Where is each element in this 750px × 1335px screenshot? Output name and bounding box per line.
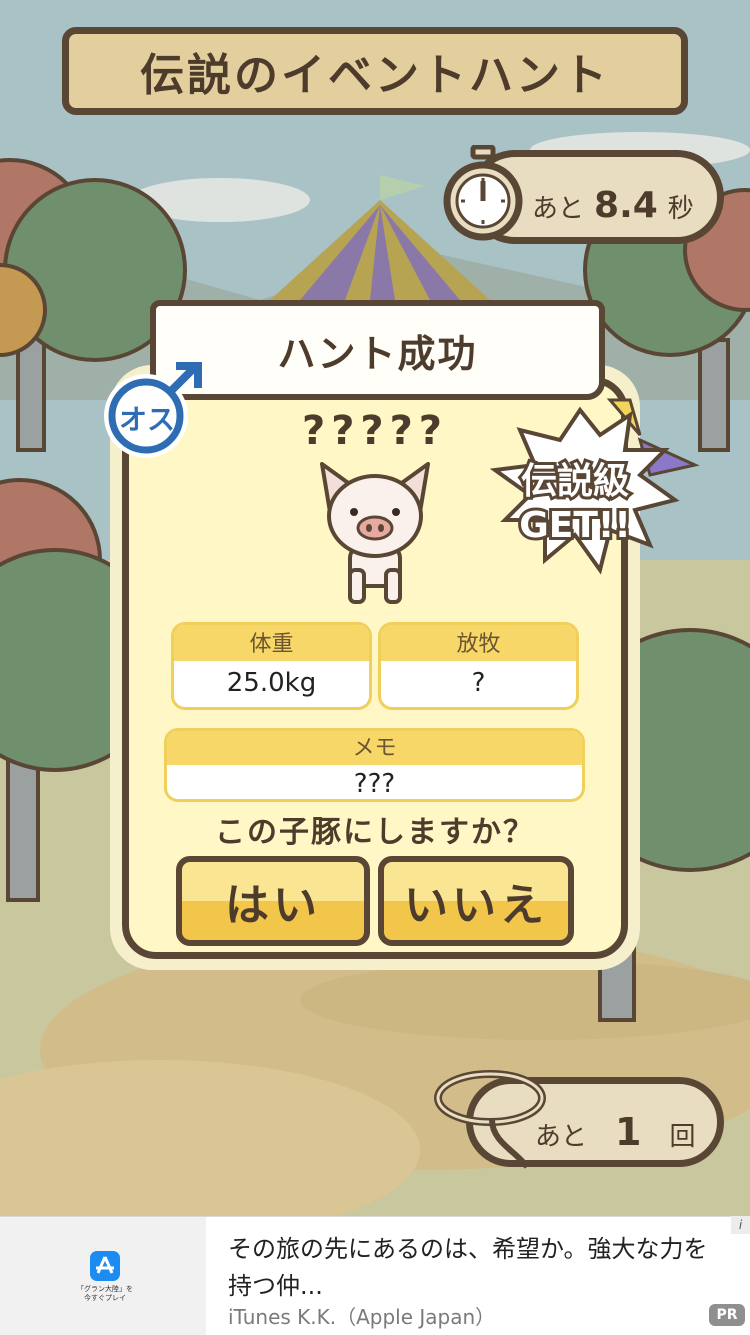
event-hunt-title-banner: 伝説のイベントハント xyxy=(62,27,688,115)
memo-value: ??? xyxy=(353,769,396,799)
memo-field: メモ ??? xyxy=(164,728,585,802)
ad-app-caption: 「グラン大陸」を 今すぐプレイ xyxy=(70,1285,140,1303)
remaining-count: 1 xyxy=(615,1110,642,1154)
piglet-image xyxy=(320,462,430,604)
yes-button[interactable]: はい xyxy=(176,856,370,946)
burst-line-1: 伝説級 xyxy=(518,458,632,505)
weight-field: 体重 25.0kg xyxy=(171,622,372,710)
timer-unit: 秒 xyxy=(667,194,694,224)
remaining-prefix: あと xyxy=(535,1122,588,1152)
memo-label: メモ xyxy=(167,731,582,765)
timer-prefix: あと xyxy=(532,194,585,224)
app-store-icon xyxy=(90,1251,120,1281)
ad-app-caption-1: 「グラン大陸」を xyxy=(77,1285,133,1293)
ad-title[interactable]: その旅の先にあるのは、希望か。強大な力を持つ仲... xyxy=(228,1231,728,1305)
grazing-label: 放牧 xyxy=(381,625,576,661)
yes-button-label: はい xyxy=(225,880,321,931)
ad-advertiser: iTunes K.K.（Apple Japan） xyxy=(228,1305,496,1329)
grazing-value: ? xyxy=(471,668,486,698)
no-button-label: いいえ xyxy=(404,880,548,931)
timer-seconds: 8.4 xyxy=(594,185,658,226)
pr-badge: PR xyxy=(709,1304,745,1326)
ad-app-thumbnail[interactable]: 「グラン大陸」を 今すぐプレイ xyxy=(0,1217,206,1335)
confirm-question: この子豚にしますか？ xyxy=(215,815,535,850)
gender-label: オス xyxy=(118,403,175,436)
ribbon-title: ハント成功 xyxy=(277,331,478,376)
stopwatch-icon xyxy=(443,145,523,241)
weight-value: 25.0kg xyxy=(226,668,317,698)
timer-readout: あと 8.4 秒 xyxy=(532,185,694,226)
grazing-field: 放牧 ? xyxy=(378,622,579,710)
ad-info-icon[interactable]: i xyxy=(731,1216,750,1234)
remaining-hunts-readout: あと 1 回 xyxy=(535,1110,695,1154)
ad-app-caption-2: 今すぐプレイ xyxy=(84,1294,126,1302)
page-title: 伝説のイベントハント xyxy=(140,50,610,101)
remaining-unit: 回 xyxy=(669,1122,696,1152)
burst-line-2: GET!! xyxy=(516,502,634,549)
no-button[interactable]: いいえ xyxy=(378,856,574,946)
weight-label: 体重 xyxy=(174,625,369,661)
legendary-burst-text: 伝説級 GET!! xyxy=(505,458,645,549)
gender-badge: オス xyxy=(100,358,210,462)
ad-banner[interactable]: 「グラン大陸」を 今すぐプレイ その旅の先にあるのは、希望か。強大な力を持つ仲.… xyxy=(0,1216,750,1335)
